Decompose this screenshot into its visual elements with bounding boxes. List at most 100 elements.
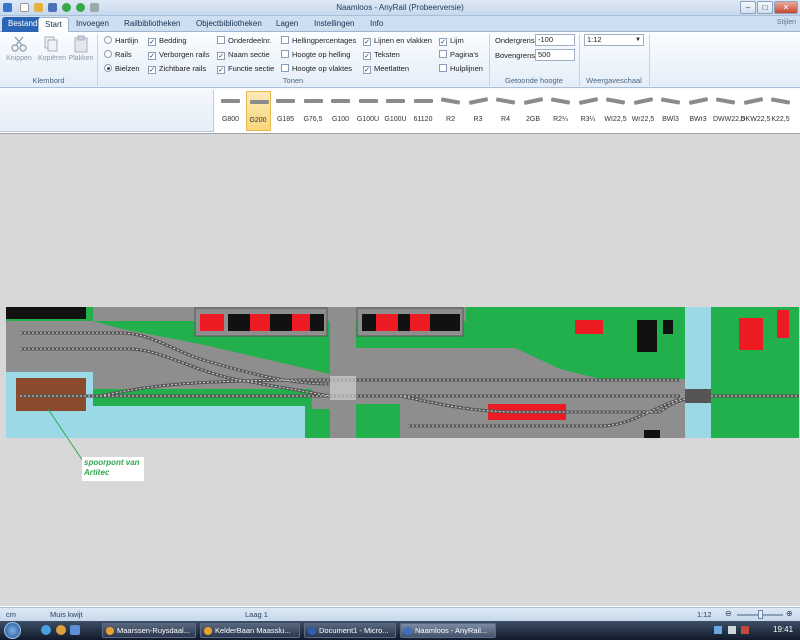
group-label-klembord: Klembord	[32, 76, 65, 85]
track-piece-bwr3[interactable]: BWr3	[686, 91, 711, 131]
option-label: Hoogte op vlaktes	[292, 64, 353, 73]
maximize-button[interactable]: □	[757, 1, 773, 14]
task-label: Document1 - Micro...	[319, 626, 389, 635]
task-button[interactable]: Maarssen-Ruysdaal...	[102, 623, 196, 638]
building-dark	[644, 430, 660, 438]
track-piece-icon	[495, 97, 516, 105]
media-icon[interactable]	[56, 625, 66, 635]
track-piece-r3[interactable]: R3	[466, 91, 491, 131]
checkmark-icon: ✓	[363, 38, 371, 46]
track-piece-r3-[interactable]: R3¼	[576, 91, 601, 131]
copy-button[interactable]: Kopiëren	[38, 35, 66, 62]
track-piece-icon	[770, 97, 791, 105]
track-piece-g100u[interactable]: G100U	[356, 91, 381, 131]
annotation-box[interactable]: spoorpont van Artitec	[82, 457, 144, 481]
layout-drawing[interactable]	[0, 134, 800, 607]
building-dark	[663, 320, 673, 334]
zoom-out-icon[interactable]: ⊖	[725, 609, 732, 618]
option-label: Pagina's	[450, 50, 479, 59]
close-button[interactable]: ✕	[774, 1, 798, 14]
track-piece-g100[interactable]: G100	[328, 91, 353, 131]
track-piece-r2-[interactable]: R2¼	[548, 91, 573, 131]
tab-start[interactable]: Start	[38, 17, 69, 32]
paste-label: Plakken	[68, 55, 94, 62]
track-piece-icon	[660, 97, 681, 105]
checkbox-meetlatten[interactable]: ✓ Meetlatten	[363, 64, 409, 75]
ie-icon[interactable]	[41, 625, 51, 635]
paste-button[interactable]: Plakken	[68, 35, 94, 62]
track-piece-g100u[interactable]: G100U	[383, 91, 408, 131]
volume-icon[interactable]	[728, 626, 736, 634]
checkbox-indicator	[281, 50, 289, 58]
track-piece-dww22-5[interactable]: DWW22,5	[713, 91, 745, 131]
status-layer[interactable]: Laag 1	[245, 610, 268, 619]
task-button[interactable]: KelderBaan Maasslu...	[200, 623, 300, 638]
zoom-slider-thumb[interactable]	[758, 610, 763, 619]
minimize-button[interactable]: –	[740, 1, 756, 14]
bovengrens-input[interactable]: 500	[535, 49, 575, 61]
cut-button[interactable]: Knippen	[6, 35, 32, 62]
track-piece-icon	[550, 97, 571, 105]
track-piece-g200[interactable]: G200	[245, 91, 271, 131]
tab-railbibliotheken[interactable]: Railbibliotheken	[118, 17, 186, 32]
track-piece-g800[interactable]: G800	[218, 91, 243, 131]
tab-objectbibliotheken[interactable]: Objectbibliotheken	[190, 17, 268, 32]
task-button[interactable]: Document1 - Micro...	[304, 623, 396, 638]
desktop-icon[interactable]	[70, 625, 80, 635]
security-icon[interactable]	[741, 626, 749, 634]
checkbox-hoogte-op-vlaktes[interactable]: Hoogte op vlaktes	[281, 64, 352, 75]
track-piece-k22-5[interactable]: K22,5	[768, 91, 793, 131]
layout-canvas[interactable]: spoorpont van Artitec	[0, 133, 800, 606]
styles-label[interactable]: Stijlen	[777, 19, 796, 26]
track-piece-g185[interactable]: G185	[273, 91, 298, 131]
checkbox-lijnen-en-vlakken[interactable]: ✓ Lijnen en vlakken	[363, 36, 432, 47]
clock[interactable]: 19:41	[773, 625, 793, 634]
checkbox-teksten[interactable]: ✓ Teksten	[363, 50, 400, 61]
zoom-in-icon[interactable]: ⊕	[786, 609, 793, 618]
start-button[interactable]	[4, 622, 21, 639]
track-piece-r4[interactable]: R4	[493, 91, 518, 131]
track-piece-r2[interactable]: R2	[438, 91, 463, 131]
building-red	[739, 318, 763, 350]
track-piece-2gb[interactable]: 2GB	[521, 91, 546, 131]
option-label: Lijnen en vlakken	[374, 36, 432, 45]
checkbox-onderdeelnr[interactable]: Onderdeelnr.	[217, 36, 271, 47]
track-piece-label: 61120	[413, 116, 433, 123]
tab-info[interactable]: Info	[364, 17, 389, 32]
checkbox-hellingpercentages[interactable]: Hellingpercentages	[281, 36, 356, 47]
track-piece-g76-5[interactable]: G76,5	[301, 91, 326, 131]
checkbox-zichtbare-rails[interactable]: ✓ Zichtbare rails	[148, 64, 206, 75]
track-piece-wi22-5[interactable]: WI22,5	[603, 91, 628, 131]
checkbox-paginas[interactable]: Pagina's	[439, 50, 479, 61]
option-label: Zichtbare rails	[159, 64, 207, 73]
checkbox-functie-sectie[interactable]: ✓ Functie sectie	[217, 64, 274, 75]
task-button-active[interactable]: Naamloos - AnyRail...	[400, 623, 496, 638]
track-piece-61120[interactable]: 61120	[411, 91, 436, 131]
checkbox-hoogte-op-helling[interactable]: Hoogte op helling	[281, 50, 350, 61]
checkbox-lijm[interactable]: ✓ Lijm	[439, 36, 464, 47]
network-icon[interactable]	[714, 626, 722, 634]
track-piece-dkw22-5[interactable]: DKW22,5	[741, 91, 770, 131]
checkbox-bedding[interactable]: ✓ Bedding	[148, 36, 187, 47]
radio-bielzen[interactable]: Bielzen	[104, 64, 140, 75]
tab-lagen[interactable]: Lagen	[270, 17, 304, 32]
track-piece-icon	[440, 97, 461, 105]
checkbox-verborgen-rails[interactable]: ✓ Verborgen rails	[148, 50, 209, 61]
scale-select[interactable]: 1:12 ▼	[584, 34, 644, 46]
track-piece-bwl3[interactable]: BWl3	[658, 91, 683, 131]
tab-instellingen[interactable]: Instellingen	[308, 17, 360, 32]
radio-hartlijn[interactable]: Hartlijn	[104, 36, 138, 47]
track-piece-label: G76,5	[303, 116, 323, 123]
track-piece-wr22-5[interactable]: Wr22,5	[631, 91, 656, 131]
task-label: Maarssen-Ruysdaal...	[117, 626, 190, 635]
building-red	[575, 320, 603, 334]
checkbox-naam-sectie[interactable]: ✓ Naam sectie	[217, 50, 270, 61]
checkbox-hulplijnen[interactable]: Hulplijnen	[439, 64, 483, 75]
tab-invoegen[interactable]: Invoegen	[70, 17, 115, 32]
track-piece-icon	[743, 97, 763, 105]
radio-rails[interactable]: Rails	[104, 50, 132, 61]
track-piece-label: G100	[331, 116, 350, 123]
ondergrens-input[interactable]: -100	[535, 34, 575, 46]
bovengrens-label: Bovengrens	[495, 51, 536, 60]
group-label-getoonde-hoogte: Getoonde hoogte	[505, 76, 563, 85]
